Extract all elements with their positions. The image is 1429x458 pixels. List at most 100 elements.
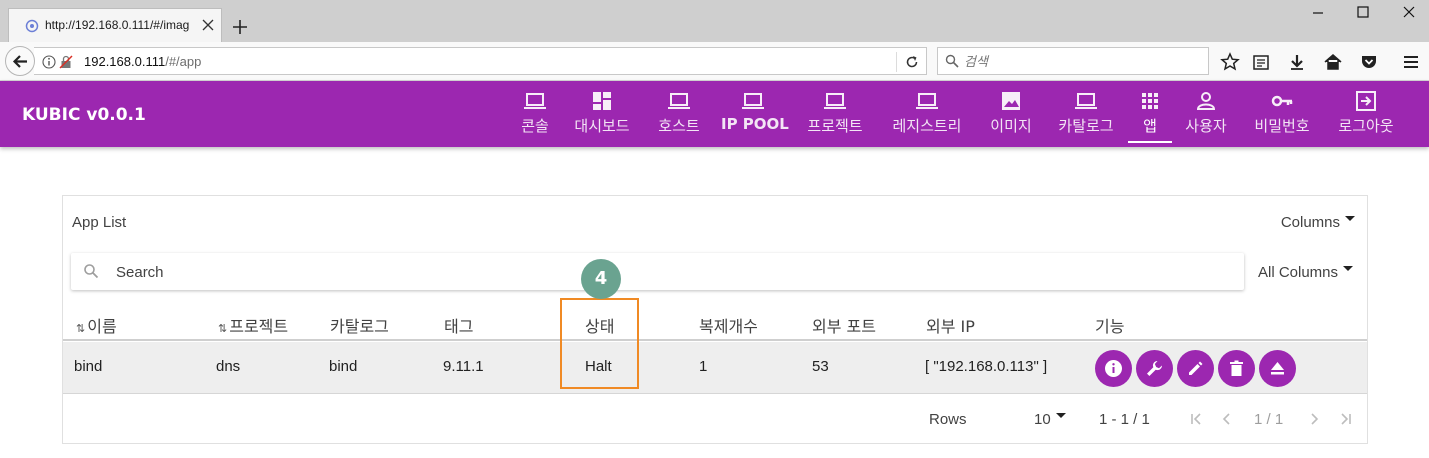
eject-icon	[1271, 362, 1284, 375]
sort-icon: ⇅	[218, 322, 228, 335]
reading-list-icon[interactable]	[1251, 52, 1271, 72]
home-icon[interactable]	[1323, 52, 1343, 72]
column-header-external-port: 외부 포트	[812, 317, 876, 336]
nav-item-console[interactable]: 콘솔	[515, 89, 555, 143]
caret-down-icon	[1345, 215, 1355, 221]
laptop-icon	[668, 93, 690, 109]
cell-tag: 9.11.1	[443, 358, 484, 375]
search-icon	[945, 54, 959, 68]
laptop-icon	[524, 93, 546, 109]
laptop-icon	[824, 93, 846, 109]
next-page-icon[interactable]	[1307, 412, 1321, 426]
laptop-icon	[1075, 93, 1097, 109]
nav-item-projects[interactable]: 프로젝트	[801, 89, 869, 143]
maximize-window-icon[interactable]	[1355, 4, 1371, 20]
cell-catalog: bind	[329, 358, 358, 375]
status-column-highlight	[560, 298, 639, 389]
table-footer: Rows 10 1 - 1 / 1 1 / 1	[63, 396, 1367, 444]
column-header-catalog: 카탈로그	[330, 317, 389, 336]
cell-name: bind	[74, 358, 103, 375]
app-header: KUBIC v0.0.1 콘솔 대시보드 호스트 IP POOL 프로젝트 레지…	[0, 81, 1429, 147]
browser-search-box[interactable]	[937, 47, 1209, 75]
cell-external-ip: [ "192.168.0.113" ]	[925, 358, 1048, 375]
info-icon	[1105, 360, 1122, 377]
all-columns-dropdown[interactable]: All Columns	[1258, 264, 1354, 281]
browser-search-input[interactable]	[964, 52, 1194, 70]
table-header: ⇅ 이름 ⇅ 프로젝트 카탈로그 태그 상태 복제개수 외부 포트 외부 IP 기능	[63, 301, 1367, 341]
logout-icon	[1356, 91, 1376, 111]
site-info-icon[interactable]	[42, 55, 56, 69]
cell-external-port: 53	[812, 358, 829, 375]
table-row: bind dns bind 9.11.1 Halt 1 53 [ "192.16…	[63, 342, 1367, 394]
page-favicon-icon	[25, 19, 39, 33]
column-header-external-ip: 외부 IP	[926, 317, 975, 336]
bookmark-star-icon[interactable]	[1220, 52, 1240, 72]
card-title: App List	[72, 214, 127, 231]
nav-item-password[interactable]: 비밀번호	[1248, 89, 1316, 143]
table-search[interactable]	[71, 253, 1244, 290]
delete-button[interactable]	[1218, 350, 1255, 387]
column-header-tag: 태그	[444, 317, 474, 336]
table-search-input[interactable]	[116, 262, 716, 282]
settings-button[interactable]	[1136, 350, 1173, 387]
image-icon	[1002, 92, 1020, 110]
app-list-card: App List Columns All Columns ⇅이름 ⇅프로젝트 카…	[62, 195, 1368, 444]
tab-title: http://192.168.0.111/#/imag	[45, 18, 190, 32]
column-header-project[interactable]: ⇅ 프로젝트	[218, 313, 288, 337]
sort-icon: ⇅	[76, 322, 86, 335]
url-text: 192.168.0.111/#/app	[84, 54, 202, 69]
rows-per-page-select[interactable]: 10	[1034, 411, 1066, 428]
caret-down-icon	[1055, 412, 1066, 418]
step-badge: 4	[581, 259, 621, 299]
previous-page-icon[interactable]	[1220, 412, 1234, 426]
address-bar[interactable]: 192.168.0.111/#/app	[34, 47, 927, 75]
pocket-icon[interactable]	[1359, 52, 1379, 72]
person-icon	[1196, 92, 1216, 110]
browser-tab[interactable]: http://192.168.0.111/#/imag	[8, 8, 222, 42]
nav-item-registry[interactable]: 레지스트리	[885, 89, 969, 143]
nav-item-users[interactable]: 사용자	[1180, 89, 1232, 143]
key-icon	[1271, 95, 1293, 107]
first-page-icon[interactable]	[1189, 412, 1203, 426]
caret-down-icon	[1343, 265, 1354, 271]
nav-item-dashboard[interactable]: 대시보드	[568, 89, 636, 143]
app-brand: KUBIC v0.0.1	[22, 105, 146, 125]
row-range: 1 - 1 / 1	[1099, 411, 1150, 428]
nav-item-images[interactable]: 이미지	[985, 89, 1037, 143]
wrench-icon	[1147, 360, 1163, 376]
browser-tab-bar: http://192.168.0.111/#/imag	[0, 0, 1429, 42]
edit-button[interactable]	[1177, 350, 1214, 387]
column-header-replicas: 복제개수	[699, 317, 758, 336]
search-icon	[84, 264, 99, 279]
columns-dropdown[interactable]: Columns	[1281, 214, 1355, 231]
close-tab-icon[interactable]	[201, 18, 215, 32]
minimize-window-icon[interactable]	[1310, 4, 1326, 20]
page-indicator: 1 / 1	[1254, 411, 1284, 428]
rows-label: Rows	[929, 411, 967, 428]
menu-hamburger-icon[interactable]	[1401, 52, 1421, 72]
nav-item-ip-pool[interactable]: IP POOL	[721, 89, 789, 143]
arrow-left-icon	[12, 55, 27, 68]
new-tab-icon[interactable]	[231, 18, 249, 36]
apps-grid-icon	[1142, 93, 1158, 109]
nav-item-hosts[interactable]: 호스트	[653, 89, 705, 143]
eject-button[interactable]	[1259, 350, 1296, 387]
reload-icon[interactable]	[904, 54, 920, 70]
close-window-icon[interactable]	[1401, 4, 1417, 20]
back-button[interactable]	[5, 46, 35, 76]
last-page-icon[interactable]	[1339, 412, 1353, 426]
nav-item-apps[interactable]: 앱	[1128, 89, 1172, 143]
column-header-actions: 기능	[1095, 317, 1125, 336]
download-icon[interactable]	[1287, 52, 1307, 72]
dashboard-icon	[593, 92, 611, 110]
browser-nav-bar: 192.168.0.111/#/app	[0, 42, 1429, 81]
nav-item-logout[interactable]: 로그아웃	[1332, 89, 1400, 143]
delete-icon	[1230, 360, 1243, 376]
nav-item-catalog[interactable]: 카탈로그	[1052, 89, 1120, 143]
cell-project: dns	[216, 358, 241, 375]
column-header-name[interactable]: ⇅ 이름	[76, 313, 117, 337]
url-divider	[896, 52, 897, 72]
info-button[interactable]	[1095, 350, 1132, 387]
laptop-icon	[916, 93, 938, 109]
cell-replicas: 1	[699, 358, 708, 375]
